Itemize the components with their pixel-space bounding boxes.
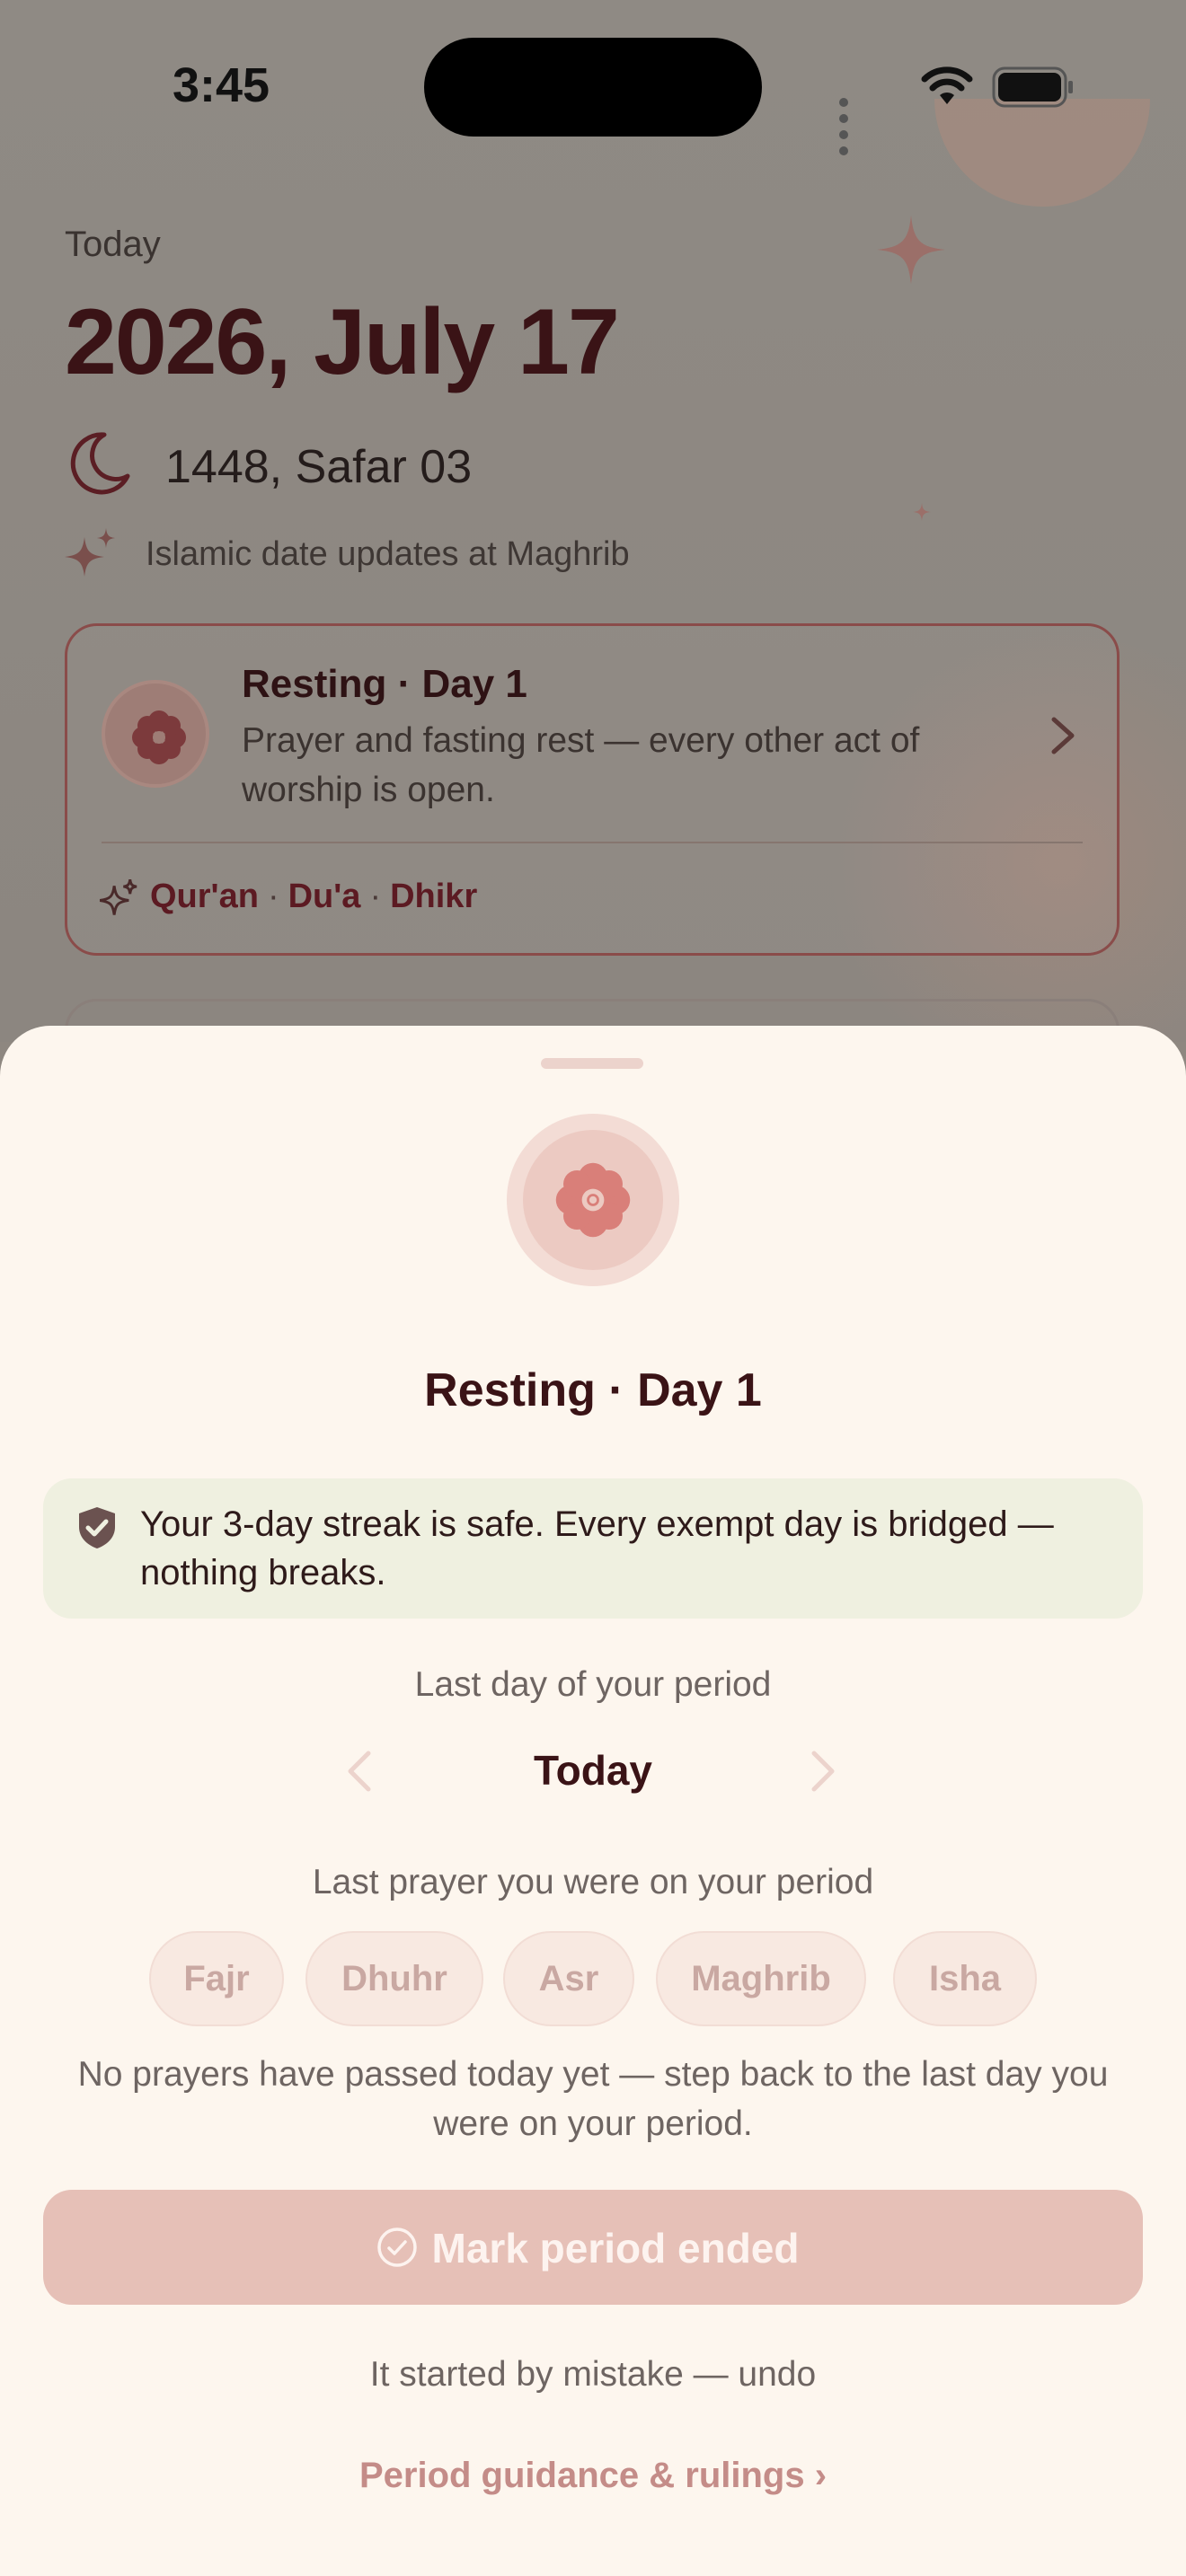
prayer-option-dhuhr[interactable]: Dhuhr <box>305 1931 483 2026</box>
wifi-icon <box>921 66 973 104</box>
card-divider <box>102 842 1083 843</box>
last-prayer-label: Last prayer you were on your period <box>312 1863 874 1901</box>
rest-flower-badge <box>102 680 209 788</box>
shield-check-icon <box>79 1507 115 1548</box>
gregorian-date: 2026, July 17 <box>65 290 620 394</box>
rest-card-title: Resting · Day 1 <box>242 662 527 706</box>
period-guidance-link[interactable]: Period guidance & rulings › <box>0 2456 1186 2496</box>
last-day-label: Last day of your period <box>414 1665 772 1704</box>
prayer-option-isha[interactable]: Isha <box>893 1931 1037 2026</box>
act-separator: · <box>267 878 279 915</box>
act-dua: Du'a <box>288 878 361 915</box>
hijri-date: 1448, Safar 03 <box>165 441 473 493</box>
undo-start-link[interactable]: It started by mistake — undo <box>0 2355 1186 2395</box>
signal-dots-icon <box>839 95 854 160</box>
decorative-arc <box>934 99 1150 207</box>
hijri-update-note: Islamic date updates at Maghrib <box>146 535 630 573</box>
prayer-option-asr[interactable]: Asr <box>503 1931 634 2026</box>
mark-period-ended-label: Mark period ended <box>431 2225 800 2272</box>
star-decoration-small-icon <box>913 503 931 521</box>
no-prayers-note: No prayers have passed today yet — step … <box>77 2055 1109 2143</box>
chevron-right-icon <box>1051 717 1075 754</box>
act-separator: · <box>369 878 382 915</box>
sheet-title: Resting · Day 1 <box>424 1364 762 1416</box>
day-picker: Today <box>0 1741 1186 1804</box>
resting-status-card[interactable]: Resting · Day 1 Prayer and fasting rest … <box>65 623 1120 956</box>
act-quran: Qur'an <box>150 878 259 915</box>
prayer-option-fajr[interactable]: Fajr <box>149 1931 284 2026</box>
chevron-right-icon[interactable] <box>809 1750 837 1793</box>
rest-card-description: Prayer and fasting rest — every other ac… <box>242 721 920 809</box>
mark-period-ended-button[interactable]: Mark period ended <box>43 2190 1143 2305</box>
sparkle-icon <box>65 528 115 577</box>
streak-message: Your 3-day streak is safe. Every exempt … <box>140 1504 1054 1592</box>
sheet-flower-badge <box>507 1114 679 1286</box>
today-label: Today <box>65 225 161 264</box>
period-end-sheet: Resting · Day 1 Your 3-day streak is saf… <box>0 1026 1186 2576</box>
star-decoration-icon <box>877 216 945 284</box>
prayer-selector: Fajr Dhuhr Asr Maghrib Isha <box>0 1931 1186 2030</box>
status-time: 3:45 <box>173 58 270 112</box>
prayer-option-maghrib[interactable]: Maghrib <box>656 1931 866 2026</box>
dynamic-island <box>424 38 762 137</box>
streak-safe-banner: Your 3-day streak is safe. Every exempt … <box>43 1478 1143 1619</box>
moon-icon <box>70 432 130 495</box>
selected-day: Today <box>533 1747 653 1794</box>
flower-icon <box>555 1162 631 1238</box>
flower-icon <box>132 710 186 764</box>
battery-icon <box>992 66 1073 108</box>
home-screen-background: 3:45 Today 2026, July 17 1448, Safar 03 <box>0 0 1186 1042</box>
sparkle-icon <box>100 879 137 915</box>
sheet-grabber[interactable] <box>541 1058 643 1069</box>
act-dhikr: Dhikr <box>390 878 478 915</box>
